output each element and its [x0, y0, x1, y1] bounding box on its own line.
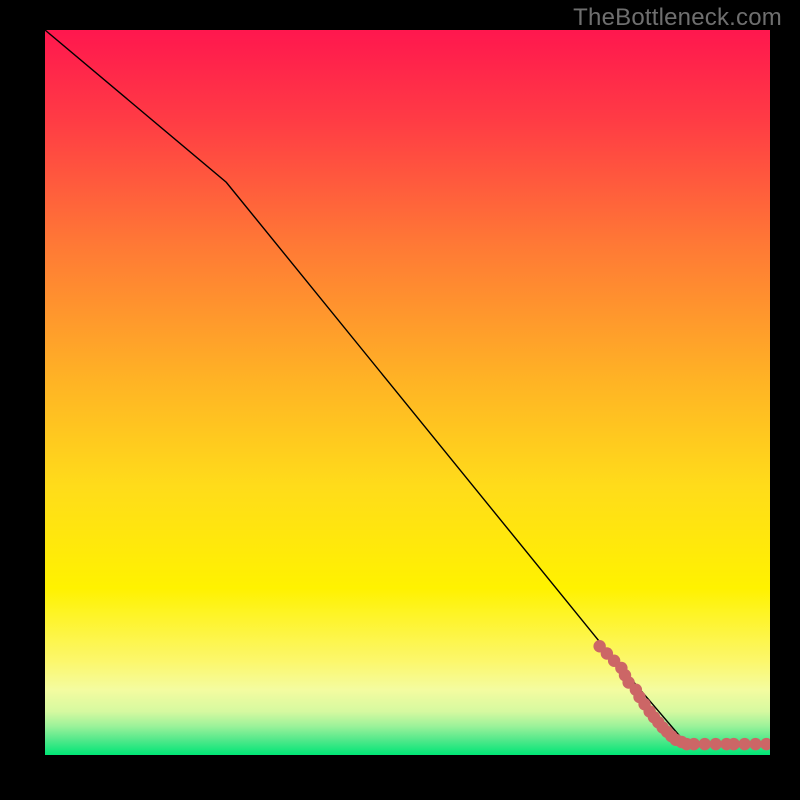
- plot-area: [45, 30, 770, 755]
- plot-svg: [45, 30, 770, 755]
- data-point: [738, 738, 750, 750]
- data-point: [709, 738, 721, 750]
- data-point: [749, 738, 761, 750]
- gradient-background: [45, 30, 770, 755]
- data-point: [688, 738, 700, 750]
- chart-container: TheBottleneck.com: [0, 0, 800, 800]
- data-point: [728, 738, 740, 750]
- data-point: [699, 738, 711, 750]
- watermark-text: TheBottleneck.com: [573, 4, 782, 32]
